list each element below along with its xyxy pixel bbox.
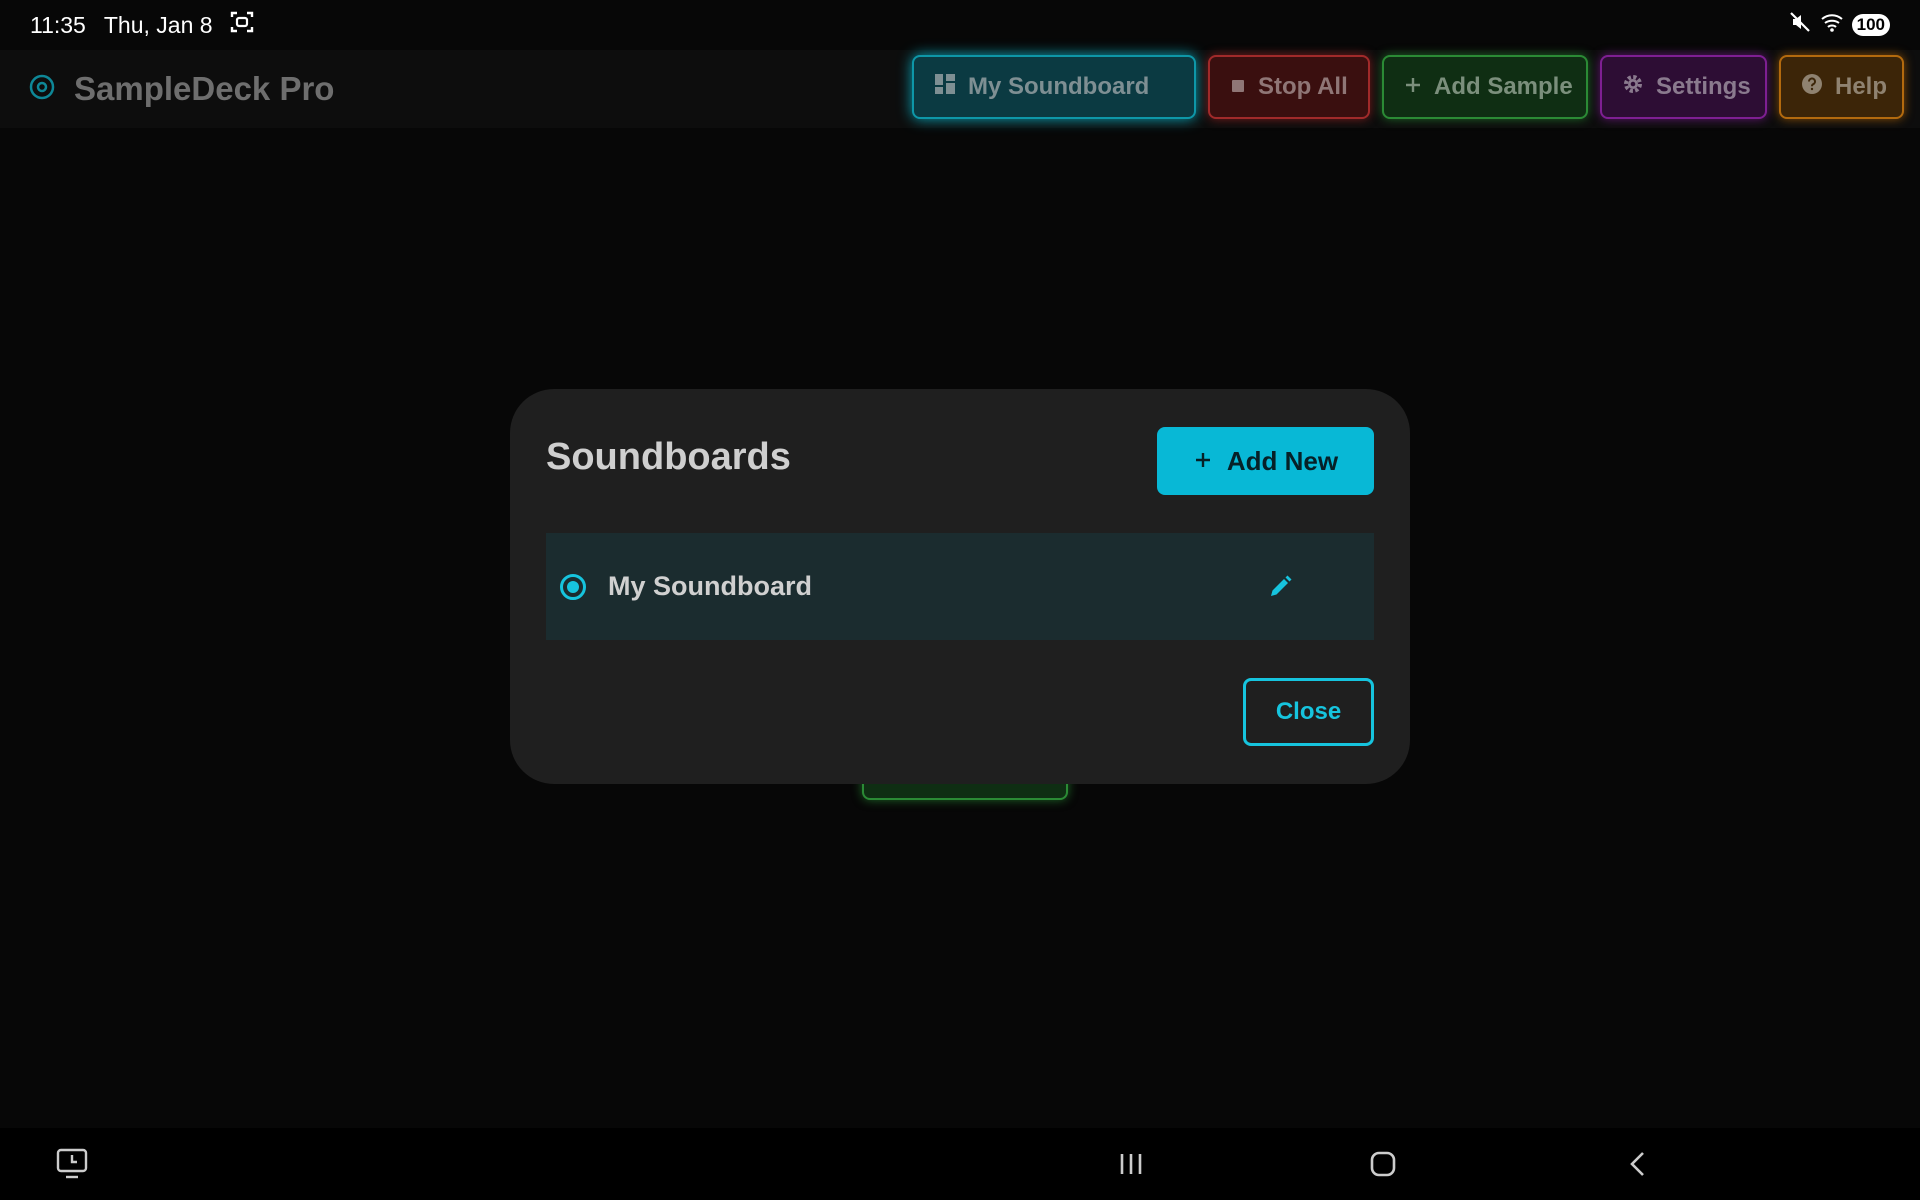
stop-all-button[interactable]: Stop All: [1208, 55, 1370, 119]
help-icon: [1801, 73, 1823, 102]
soundboard-button-label: My Soundboard: [968, 73, 1150, 100]
close-button[interactable]: Close: [1243, 678, 1374, 746]
home-icon[interactable]: [1361, 1142, 1405, 1186]
stop-icon: [1230, 73, 1246, 101]
battery-indicator: 100: [1851, 14, 1890, 36]
dialog-title: Soundboards: [546, 436, 791, 478]
settings-label: Settings: [1656, 73, 1751, 100]
screenshot-icon: [229, 9, 255, 41]
app-title: SampleDeck Pro: [74, 70, 335, 107]
screen: 11:35 Thu, Jan 8 100 SampleDeck Pro My S…: [0, 0, 1920, 1200]
vinyl-icon: [28, 73, 56, 106]
soundboard-name: My Soundboard: [608, 571, 812, 601]
status-right: 100: [1788, 10, 1890, 40]
pencil-icon[interactable]: [1266, 573, 1294, 601]
status-date: Thu, Jan 8: [103, 11, 213, 38]
add-sample-button[interactable]: Add Sample: [1382, 55, 1588, 119]
status-time: 11:35: [30, 11, 86, 38]
add-sample-label: Add Sample: [1434, 73, 1573, 100]
wifi-icon: [1820, 11, 1844, 39]
plus-icon: [1193, 446, 1213, 477]
add-new-button[interactable]: Add New: [1157, 427, 1374, 495]
soundboards-dialog: Soundboards Add New My Soundboard Close: [510, 389, 1410, 784]
back-icon[interactable]: [1616, 1142, 1660, 1186]
recents-icon[interactable]: [1109, 1142, 1153, 1186]
navigation-bar: [0, 1128, 1920, 1200]
soundboard-button[interactable]: My Soundboard: [912, 55, 1196, 119]
stop-all-label: Stop All: [1258, 73, 1348, 100]
plus-icon: [1404, 73, 1422, 101]
radio-selected[interactable]: [560, 573, 586, 600]
app-bar: SampleDeck Pro My Soundboard Stop All Ad…: [0, 50, 1920, 128]
status-bar: 11:35 Thu, Jan 8 100: [0, 0, 1920, 50]
dashboard-icon: [934, 73, 956, 102]
soundboard-list-item[interactable]: My Soundboard: [546, 533, 1374, 640]
gear-icon: [1622, 73, 1644, 102]
help-button[interactable]: Help: [1779, 55, 1904, 119]
toolbar: My Soundboard Stop All Add Sample Settin…: [912, 55, 1904, 119]
recent-apps-screen-icon[interactable]: [50, 1142, 94, 1186]
brand: SampleDeck Pro: [28, 70, 334, 108]
help-label: Help: [1835, 73, 1888, 100]
settings-button[interactable]: Settings: [1600, 55, 1767, 119]
mute-icon: [1788, 10, 1812, 40]
add-new-label: Add New: [1226, 445, 1339, 476]
radio-dot: [567, 580, 579, 593]
